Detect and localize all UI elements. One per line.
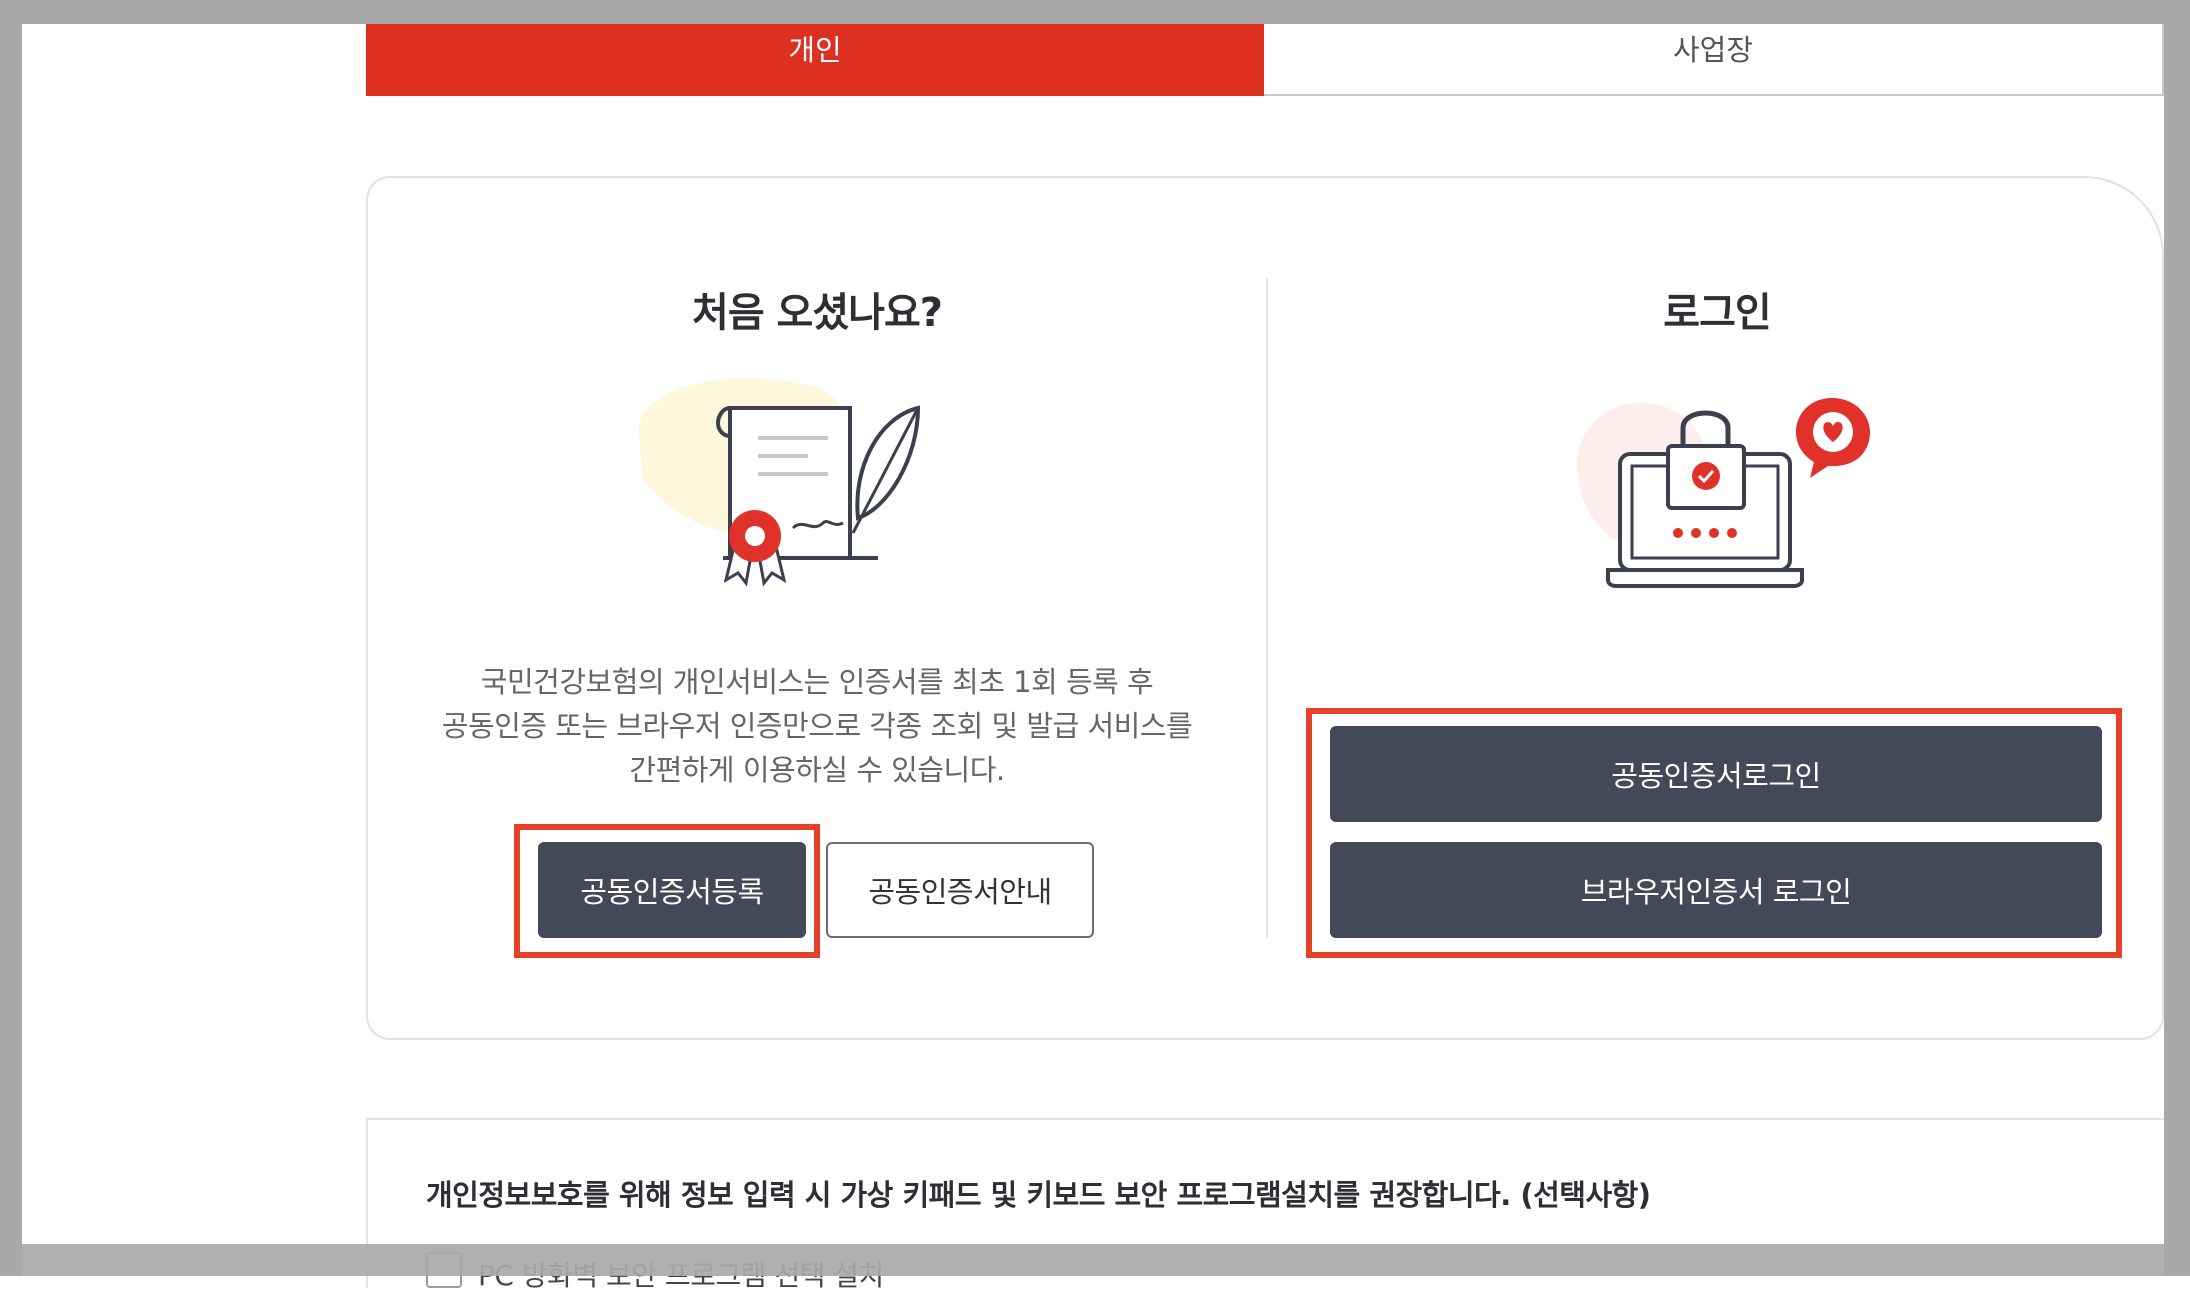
login-section: 로그인 공동인증서로그인 브라우저인증서 로그인 xyxy=(1268,178,2166,1038)
certificate-guide-button[interactable]: 공동인증서안내 xyxy=(826,842,1094,938)
screen-border xyxy=(0,1244,2190,1276)
description-line: 간편하게 이용하실 수 있습니다. xyxy=(629,753,1005,787)
description-line: 공동인증 또는 브라우저 인증만으로 각종 조회 및 발급 서비스를 xyxy=(441,709,1193,743)
tab-business-label: 사업장 xyxy=(1672,33,1754,67)
first-visit-description: 국민건강보험의 개인서비스는 인증서를 최초 1회 등록 후 공동인증 또는 브… xyxy=(408,660,1226,792)
highlight-box xyxy=(1306,708,2122,958)
login-title: 로그인 xyxy=(1663,290,1771,336)
first-visit-title: 처음 오셨나요? xyxy=(692,290,943,336)
auth-card: 처음 오셨나요? 국민건강보험의 개인서비스는 인증서를 최초 1회 등록 후 … xyxy=(366,176,2164,1040)
highlight-box xyxy=(514,824,820,958)
tab-personal-label: 개인 xyxy=(788,33,842,67)
certificate-icon xyxy=(638,378,921,587)
screen-border xyxy=(0,0,2190,24)
description-line: 국민건강보험의 개인서비스는 인증서를 최초 1회 등록 후 xyxy=(480,665,1154,699)
screen-border xyxy=(0,0,22,1276)
first-visit-section: 처음 오셨나요? 국민건강보험의 개인서비스는 인증서를 최초 1회 등록 후 … xyxy=(368,178,1266,1038)
screen-border xyxy=(2164,0,2190,1276)
security-notice: 개인정보보호를 위해 정보 입력 시 가상 키패드 및 키보드 보안 프로그램설… xyxy=(426,1178,1651,1212)
secure-laptop-icon xyxy=(1576,398,1870,588)
